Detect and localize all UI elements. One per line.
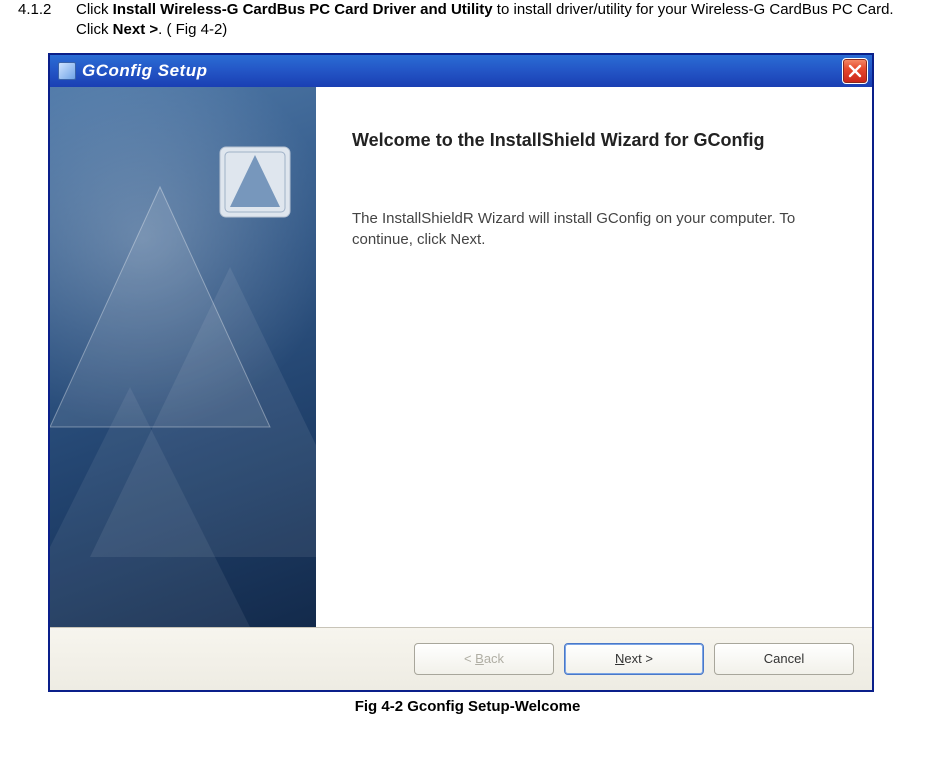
text-pre: Click [76,1,113,18]
next-access-key: N [615,651,624,666]
wizard-body-text: The InstallShieldR Wizard will install G… [352,208,836,250]
text-post: . ( Fig 4-2) [158,21,227,38]
close-button[interactable] [842,58,868,84]
step-text: Click Install Wireless-G CardBus PC Card… [76,0,895,41]
next-button[interactable]: Next > [564,643,704,675]
wizard-content: Welcome to the InstallShield Wizard for … [316,87,872,627]
window-title: GConfig Setup [82,61,207,81]
cancel-button[interactable]: Cancel [714,643,854,675]
installer-window: GConfig Setup [48,53,874,692]
step-number: 4.1.2 [18,0,76,41]
figure-caption: Fig 4-2 Gconfig Setup-Welcome [0,698,935,715]
text-bold-1: Install Wireless-G CardBus PC Card Drive… [113,1,493,18]
title-bar[interactable]: GConfig Setup [50,55,872,87]
wizard-button-bar: < Back Next > Cancel [50,627,872,690]
app-icon [58,62,76,80]
wizard-heading: Welcome to the InstallShield Wizard for … [352,129,836,152]
text-bold-2: Next > [113,21,158,38]
instruction-block: 4.1.2 Click Install Wireless-G CardBus P… [18,0,895,41]
wizard-side-graphic [50,87,316,627]
cancel-label: Cancel [764,651,804,666]
back-button: < Back [414,643,554,675]
close-icon [848,64,862,78]
back-access-key: B [475,651,484,666]
